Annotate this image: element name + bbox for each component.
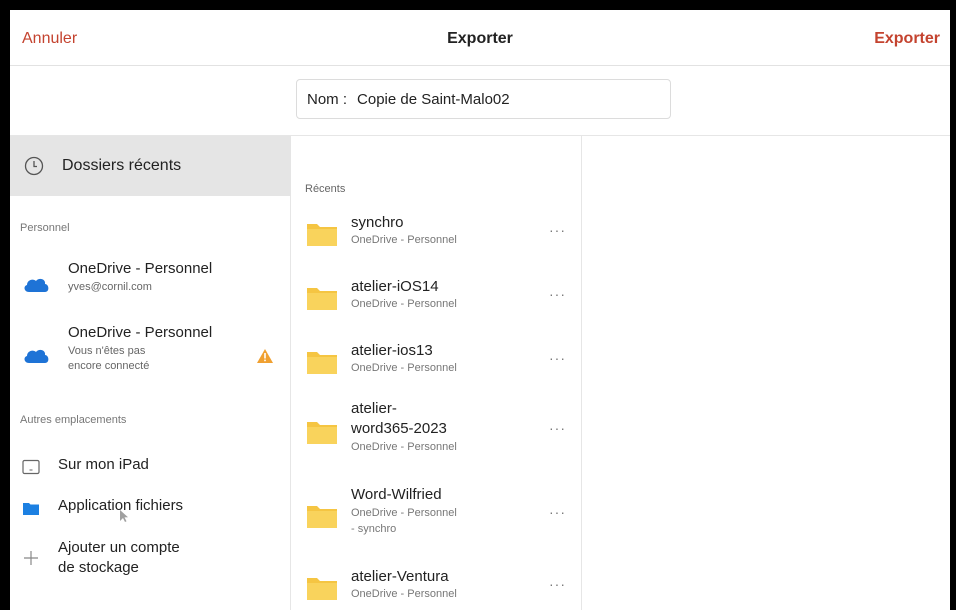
more-options-button[interactable]: ··· bbox=[549, 576, 566, 592]
more-options-button[interactable]: ··· bbox=[549, 504, 566, 520]
folder-row[interactable]: Word-Wilfried OneDrive - Personnel - syn… bbox=[291, 484, 582, 546]
ipad-icon bbox=[22, 459, 40, 475]
folder-location: OneDrive - Personnel bbox=[351, 298, 457, 310]
folder-icon bbox=[307, 224, 337, 246]
account-email: yves@cornil.com bbox=[68, 281, 152, 293]
folder-icon bbox=[307, 288, 337, 310]
folder-icon bbox=[23, 503, 39, 515]
filename-input[interactable]: Copie de Saint-Malo02 bbox=[357, 91, 510, 108]
folder-name: synchro bbox=[351, 214, 404, 231]
more-options-button[interactable]: ··· bbox=[549, 350, 566, 366]
folder-location-line2: - synchro bbox=[351, 523, 397, 535]
account-name: OneDrive - Personnel bbox=[68, 260, 213, 277]
folder-name: Word-Wilfried bbox=[351, 486, 442, 503]
folder-location: OneDrive - Personnel bbox=[351, 588, 457, 600]
sidebar-item-add-storage-account[interactable]: Ajouter un compte de stockage bbox=[10, 536, 291, 580]
folder-name: atelier-iOS14 bbox=[351, 278, 439, 295]
dialog-title: Exporter bbox=[447, 30, 513, 47]
sidebar-item-onedrive-account-disconnected[interactable]: OneDrive - Personnel Vous n'êtes pas enc… bbox=[10, 322, 291, 382]
folder-icon bbox=[307, 578, 337, 600]
folder-row[interactable]: atelier-ios13 OneDrive - Personnel ··· bbox=[291, 338, 582, 382]
folder-row[interactable]: atelier- word365-2023 OneDrive - Personn… bbox=[291, 398, 582, 462]
sidebar-item-label-line1: Ajouter un compte bbox=[58, 539, 180, 556]
folder-name: atelier-Ventura bbox=[351, 568, 449, 585]
sidebar-item-label-line2: de stockage bbox=[58, 559, 139, 576]
filename-label: Nom : bbox=[307, 90, 348, 108]
filename-field[interactable]: Nom : Copie de Saint-Malo02 bbox=[296, 79, 671, 119]
folder-icon bbox=[307, 506, 337, 528]
sidebar-item-recent-folders[interactable]: Dossiers récents bbox=[10, 136, 291, 196]
account-name: OneDrive - Personnel bbox=[68, 324, 213, 341]
sidebar-item-on-my-ipad[interactable]: Sur mon iPad bbox=[10, 450, 291, 480]
export-dialog: Annuler Exporter Exporter Nom : Copie de… bbox=[10, 10, 950, 610]
folder-name: atelier-ios13 bbox=[351, 342, 433, 359]
navigation-bar: Annuler Exporter Exporter bbox=[10, 10, 950, 66]
more-options-button[interactable]: ··· bbox=[549, 420, 566, 436]
other-locations-section-header: Autres emplacements bbox=[20, 414, 127, 426]
recents-section-header: Récents bbox=[305, 183, 346, 195]
onedrive-cloud-icon bbox=[24, 278, 49, 292]
folder-location-line1: OneDrive - Personnel bbox=[351, 507, 457, 519]
locations-sidebar: Dossiers récents Personnel OneDrive - Pe… bbox=[10, 136, 291, 610]
clock-icon bbox=[24, 156, 44, 176]
plus-icon bbox=[24, 551, 38, 565]
folder-row[interactable]: atelier-iOS14 OneDrive - Personnel ··· bbox=[291, 274, 582, 318]
folder-row[interactable]: synchro OneDrive - Personnel ··· bbox=[291, 210, 582, 254]
folder-location: OneDrive - Personnel bbox=[351, 441, 457, 453]
folder-name-line1: atelier- bbox=[351, 400, 397, 417]
sidebar-item-label: Dossiers récents bbox=[62, 157, 182, 174]
folder-location: OneDrive - Personnel bbox=[351, 234, 457, 246]
account-status-line1: Vous n'êtes pas bbox=[68, 345, 146, 357]
sidebar-item-label: Sur mon iPad bbox=[58, 456, 149, 473]
personal-section-header: Personnel bbox=[20, 222, 70, 234]
filename-row: Nom : Copie de Saint-Malo02 bbox=[10, 66, 950, 136]
sidebar-item-files-app[interactable]: Application fichiers bbox=[10, 492, 291, 522]
warning-icon bbox=[257, 349, 273, 363]
folder-name-line2: word365-2023 bbox=[351, 420, 447, 437]
pointer-cursor-icon bbox=[120, 510, 128, 522]
recent-folders-list: Récents synchro OneDrive - Personnel ···… bbox=[291, 136, 582, 610]
folder-contents-pane bbox=[582, 136, 950, 610]
export-button[interactable]: Exporter bbox=[874, 30, 940, 48]
onedrive-cloud-icon bbox=[24, 349, 49, 363]
folder-location: OneDrive - Personnel bbox=[351, 362, 457, 374]
folder-icon bbox=[307, 422, 337, 444]
more-options-button[interactable]: ··· bbox=[549, 286, 566, 302]
account-status-line2: encore connecté bbox=[68, 360, 150, 372]
folder-row[interactable]: atelier-Ventura OneDrive - Personnel ··· bbox=[291, 564, 582, 608]
folder-icon bbox=[307, 352, 337, 374]
sidebar-item-onedrive-account[interactable]: OneDrive - Personnel yves@cornil.com bbox=[10, 256, 291, 310]
more-options-button[interactable]: ··· bbox=[549, 222, 566, 238]
